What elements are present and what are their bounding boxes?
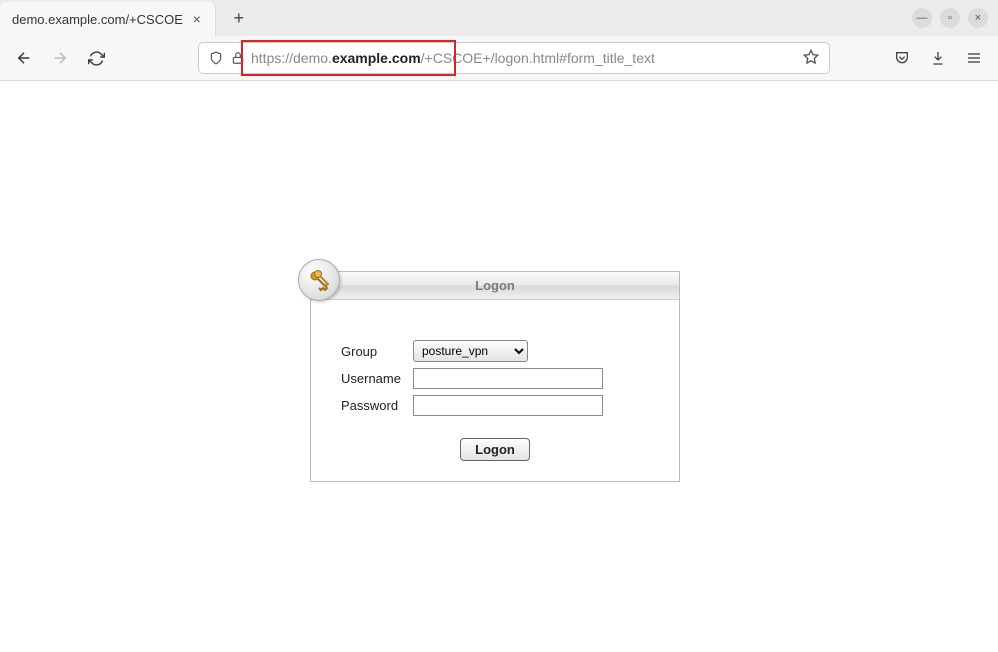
password-input[interactable] [413,395,603,416]
url-scheme: https://demo. [251,50,332,66]
password-row: Password [341,395,649,416]
group-row: Group posture_vpn [341,340,649,362]
maximize-button[interactable]: ▫ [940,8,960,28]
password-label: Password [341,398,413,413]
new-tab-button[interactable]: + [224,3,254,33]
keys-icon [298,259,340,301]
url-path: /+CSCOE+/logon.html#form_title_text [421,50,655,66]
window-controls: — ▫ × [912,0,998,36]
shield-icon[interactable] [207,51,225,65]
login-panel: Logon Group posture_vpn Username Passwor… [310,271,680,482]
page-content: Logon Group posture_vpn Username Passwor… [0,81,998,652]
tab-title: demo.example.com/+CSCOE [12,12,183,27]
menu-icon[interactable] [960,44,988,72]
group-label: Group [341,344,413,359]
address-bar[interactable]: https://demo.example.com/+CSCOE+/logon.h… [198,42,830,74]
login-form: Group posture_vpn Username Password Logo… [311,300,679,481]
username-input[interactable] [413,368,603,389]
panel-header: Logon [311,272,679,300]
bookmark-icon[interactable] [801,49,821,68]
minimize-button[interactable]: — [912,8,932,28]
panel-title: Logon [475,278,515,293]
url-text: https://demo.example.com/+CSCOE+/logon.h… [251,50,801,66]
lock-icon[interactable] [229,51,247,65]
forward-button[interactable] [46,44,74,72]
toolbar: https://demo.example.com/+CSCOE+/logon.h… [0,36,998,80]
browser-chrome: demo.example.com/+CSCOE × + — ▫ × [0,0,998,81]
submit-row: Logon [341,438,649,461]
address-bar-container: https://demo.example.com/+CSCOE+/logon.h… [198,42,830,74]
close-icon[interactable]: × [189,11,205,27]
browser-tab[interactable]: demo.example.com/+CSCOE × [0,2,216,36]
url-domain: example.com [332,50,421,66]
back-button[interactable] [10,44,38,72]
download-icon[interactable] [924,44,952,72]
tab-strip: demo.example.com/+CSCOE × + — ▫ × [0,0,998,36]
username-label: Username [341,371,413,386]
close-window-button[interactable]: × [968,8,988,28]
pocket-icon[interactable] [888,44,916,72]
reload-button[interactable] [82,44,110,72]
logon-button[interactable]: Logon [460,438,530,461]
username-row: Username [341,368,649,389]
group-select[interactable]: posture_vpn [413,340,528,362]
